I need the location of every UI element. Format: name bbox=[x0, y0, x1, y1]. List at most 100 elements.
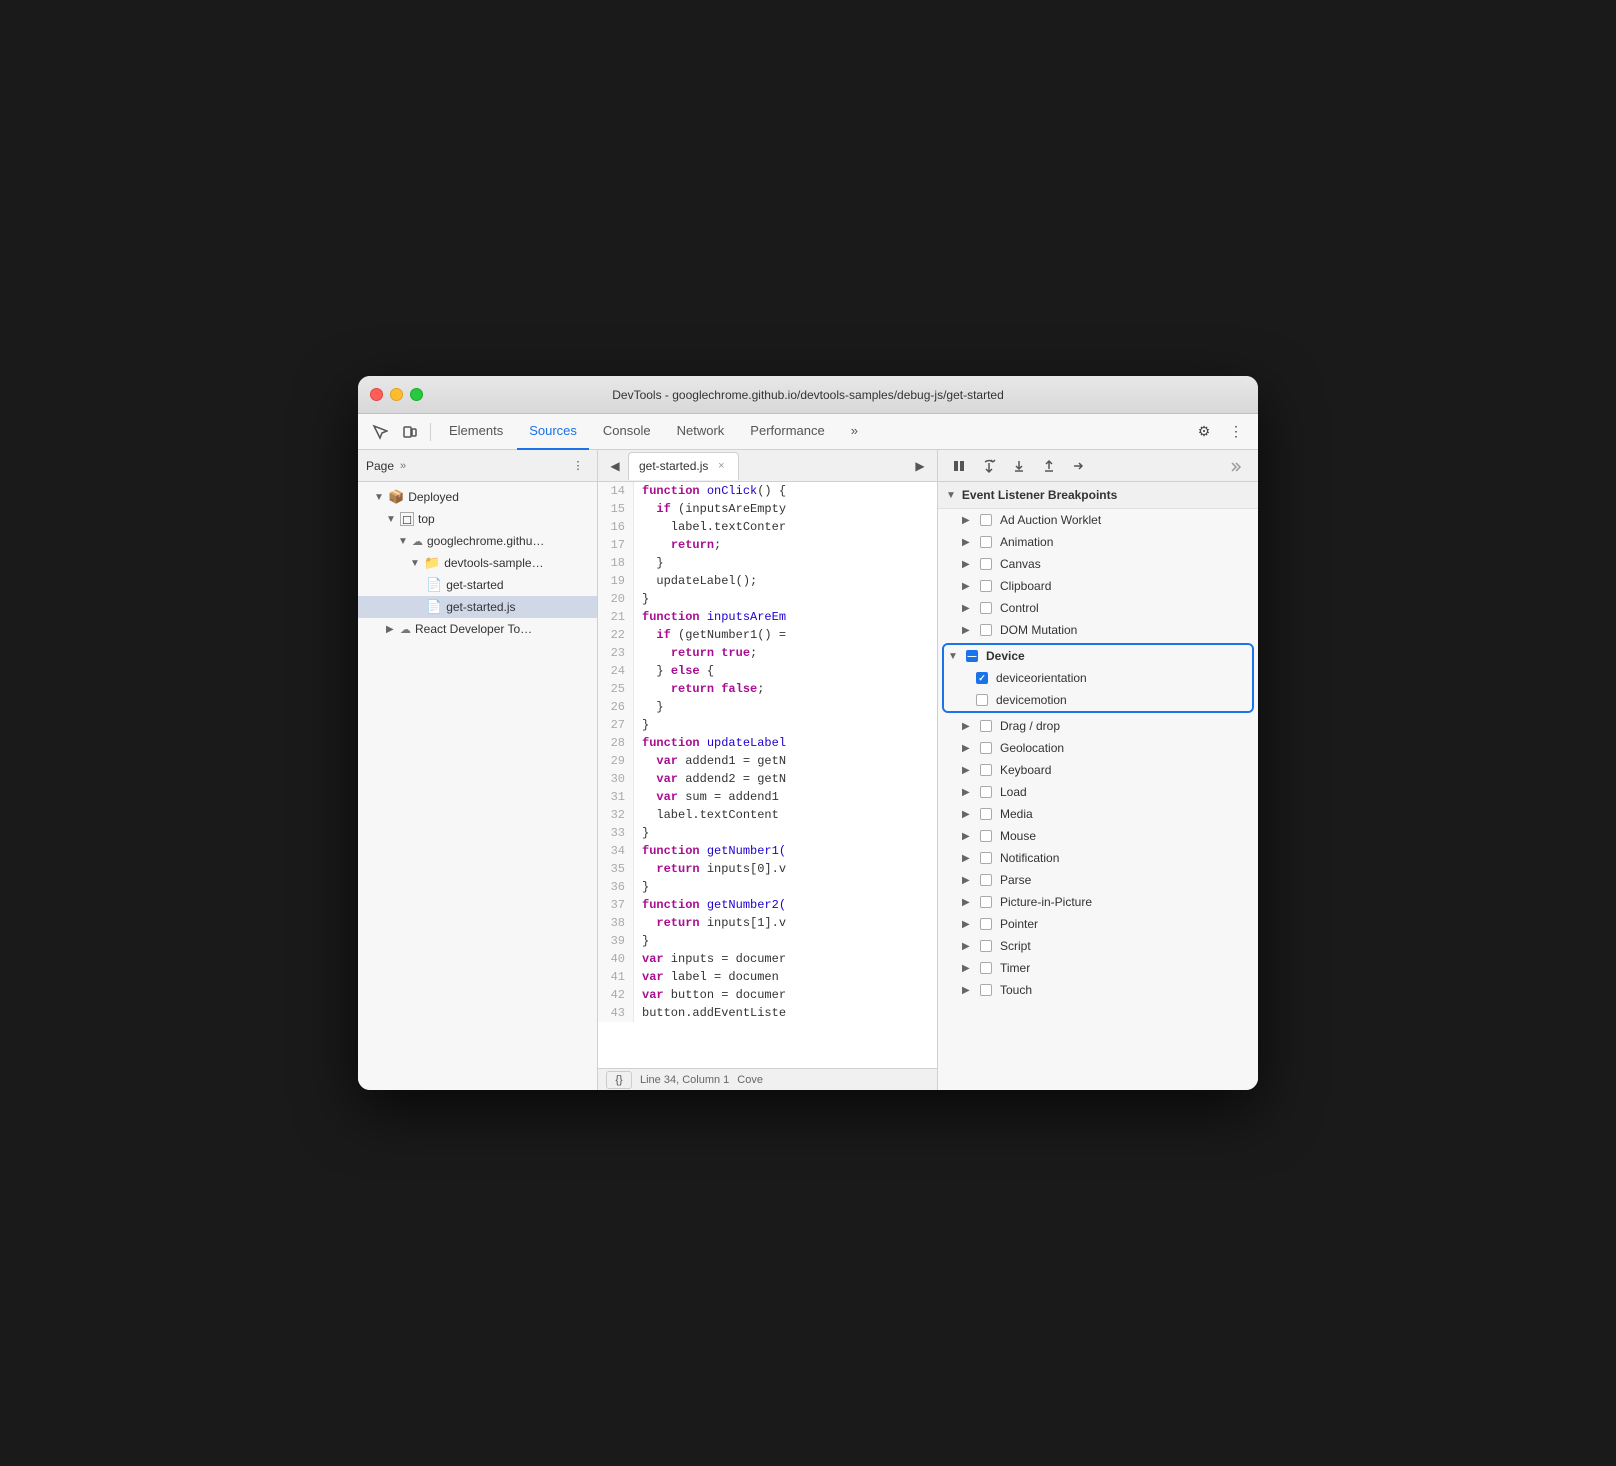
bp-checkbox-pip[interactable] bbox=[980, 896, 992, 908]
bp-item-animation[interactable]: ▶ Animation bbox=[938, 531, 1258, 553]
file-tab-get-started-js[interactable]: get-started.js × bbox=[628, 452, 739, 480]
deactivate-breakpoints-btn[interactable] bbox=[1224, 453, 1250, 479]
bp-checkbox-notification[interactable] bbox=[980, 852, 992, 864]
file-tab-close-btn[interactable]: × bbox=[714, 459, 728, 473]
coverage-label: Cove bbox=[737, 1074, 763, 1086]
bp-checkbox-animation[interactable] bbox=[980, 536, 992, 548]
more-options-btn[interactable]: ⋮ bbox=[1222, 419, 1250, 445]
tree-item-googlechrome[interactable]: ▼ ☁ googlechrome.githu… bbox=[358, 530, 597, 552]
event-listener-breakpoints-header[interactable]: ▼ Event Listener Breakpoints bbox=[938, 482, 1258, 509]
tab-network[interactable]: Network bbox=[665, 414, 737, 450]
tree-item-get-started[interactable]: 📄 get-started bbox=[358, 574, 597, 596]
step-over-btn[interactable] bbox=[976, 453, 1002, 479]
code-line-32: 32 label.textContent bbox=[598, 806, 937, 824]
bp-checkbox-drag-drop[interactable] bbox=[980, 720, 992, 732]
tab-performance[interactable]: Performance bbox=[738, 414, 836, 450]
navigate-forward-btn[interactable]: ▶ bbox=[907, 453, 933, 479]
maximize-button[interactable] bbox=[410, 388, 423, 401]
line-num-42: 42 bbox=[598, 986, 634, 1004]
bp-arrow-mouse: ▶ bbox=[962, 831, 972, 842]
tab-sources[interactable]: Sources bbox=[517, 414, 589, 450]
bp-checkbox-ad-auction[interactable] bbox=[980, 514, 992, 526]
device-toggle-btn[interactable] bbox=[396, 419, 424, 445]
bp-item-script[interactable]: ▶ Script bbox=[938, 935, 1258, 957]
bp-item-control[interactable]: ▶ Control bbox=[938, 597, 1258, 619]
bp-item-keyboard[interactable]: ▶ Keyboard bbox=[938, 759, 1258, 781]
tree-item-top[interactable]: ▼ □ top bbox=[358, 508, 597, 530]
inspect-element-btn[interactable] bbox=[366, 419, 394, 445]
bp-checkbox-media[interactable] bbox=[980, 808, 992, 820]
bp-item-canvas[interactable]: ▶ Canvas bbox=[938, 553, 1258, 575]
bp-checkbox-devicemotion[interactable] bbox=[976, 694, 988, 706]
bp-item-media[interactable]: ▶ Media bbox=[938, 803, 1258, 825]
code-line-21: 21 function inputsAreEm bbox=[598, 608, 937, 626]
bp-item-load[interactable]: ▶ Load bbox=[938, 781, 1258, 803]
bp-item-parse[interactable]: ▶ Parse bbox=[938, 869, 1258, 891]
code-line-25: 25 return false; bbox=[598, 680, 937, 698]
close-button[interactable] bbox=[370, 388, 383, 401]
bp-checkbox-dom-mutation[interactable] bbox=[980, 624, 992, 636]
bp-checkbox-control[interactable] bbox=[980, 602, 992, 614]
left-panel-header: Page » ⋮ bbox=[358, 450, 597, 482]
tree-item-deployed[interactable]: ▼ 📦 Deployed bbox=[358, 486, 597, 508]
bp-item-touch[interactable]: ▶ Touch bbox=[938, 979, 1258, 1001]
page-more-btn[interactable]: » bbox=[400, 460, 406, 472]
left-panel: Page » ⋮ ▼ 📦 Deployed ▼ □ top bbox=[358, 450, 598, 1090]
line-num-15: 15 bbox=[598, 500, 634, 518]
toolbar-right: ⚙ ⋮ bbox=[1190, 419, 1250, 445]
bp-checkbox-canvas[interactable] bbox=[980, 558, 992, 570]
tab-elements[interactable]: Elements bbox=[437, 414, 515, 450]
bp-checkbox-geolocation[interactable] bbox=[980, 742, 992, 754]
bp-item-deviceorientation[interactable]: deviceorientation bbox=[944, 667, 1252, 689]
bp-checkbox-pointer[interactable] bbox=[980, 918, 992, 930]
tree-item-devtools-samples[interactable]: ▼ 📁 devtools-sample… bbox=[358, 552, 597, 574]
tab-console[interactable]: Console bbox=[591, 414, 663, 450]
bp-item-clipboard[interactable]: ▶ Clipboard bbox=[938, 575, 1258, 597]
bp-item-pointer[interactable]: ▶ Pointer bbox=[938, 913, 1258, 935]
bp-item-device[interactable]: ▼ Device bbox=[944, 645, 1252, 667]
bp-checkbox-keyboard[interactable] bbox=[980, 764, 992, 776]
bp-item-mouse[interactable]: ▶ Mouse bbox=[938, 825, 1258, 847]
bp-checkbox-load[interactable] bbox=[980, 786, 992, 798]
bp-checkbox-mouse[interactable] bbox=[980, 830, 992, 842]
bp-item-geolocation[interactable]: ▶ Geolocation bbox=[938, 737, 1258, 759]
bp-item-dom-mutation[interactable]: ▶ DOM Mutation bbox=[938, 619, 1258, 641]
bp-checkbox-timer[interactable] bbox=[980, 962, 992, 974]
pretty-print-btn[interactable]: {} bbox=[606, 1071, 632, 1089]
step-btn[interactable] bbox=[1066, 453, 1092, 479]
bp-checkbox-parse[interactable] bbox=[980, 874, 992, 886]
line-content-25: return false; bbox=[634, 680, 772, 698]
line-content-35: return inputs[0].v bbox=[634, 860, 794, 878]
code-line-22: 22 if (getNumber1() = bbox=[598, 626, 937, 644]
tab-more[interactable]: » bbox=[839, 414, 870, 450]
step-into-btn[interactable] bbox=[1006, 453, 1032, 479]
bp-item-timer[interactable]: ▶ Timer bbox=[938, 957, 1258, 979]
bp-checkbox-device[interactable] bbox=[966, 650, 978, 662]
code-line-24: 24 } else { bbox=[598, 662, 937, 680]
line-content-14: function onClick() { bbox=[634, 482, 794, 500]
navigate-back-btn[interactable]: ◀ bbox=[602, 453, 628, 479]
tree-item-react-devtools[interactable]: ▶ ☁ React Developer To… bbox=[358, 618, 597, 640]
line-num-41: 41 bbox=[598, 968, 634, 986]
tree-item-get-started-js[interactable]: 📄 get-started.js bbox=[358, 596, 597, 618]
toolbar-divider-1 bbox=[430, 423, 431, 441]
step-out-btn[interactable] bbox=[1036, 453, 1062, 479]
pause-resume-btn[interactable] bbox=[946, 453, 972, 479]
minimize-button[interactable] bbox=[390, 388, 403, 401]
bp-checkbox-deviceorientation[interactable] bbox=[976, 672, 988, 684]
bp-item-ad-auction[interactable]: ▶ Ad Auction Worklet bbox=[938, 509, 1258, 531]
bp-arrow-animation: ▶ bbox=[962, 537, 972, 548]
bp-checkbox-touch[interactable] bbox=[980, 984, 992, 996]
code-area[interactable]: 14 function onClick() { 15 if (inputsAre… bbox=[598, 482, 937, 1068]
bp-item-drag-drop[interactable]: ▶ Drag / drop bbox=[938, 715, 1258, 737]
bp-label-pointer: Pointer bbox=[1000, 917, 1038, 931]
settings-btn[interactable]: ⚙ bbox=[1190, 419, 1218, 445]
bp-item-pip[interactable]: ▶ Picture-in-Picture bbox=[938, 891, 1258, 913]
bp-item-devicemotion[interactable]: devicemotion bbox=[944, 689, 1252, 711]
bp-label-geolocation: Geolocation bbox=[1000, 741, 1064, 755]
bp-checkbox-clipboard[interactable] bbox=[980, 580, 992, 592]
bp-checkbox-script[interactable] bbox=[980, 940, 992, 952]
left-panel-menu-btn[interactable]: ⋮ bbox=[567, 455, 589, 477]
bp-item-notification[interactable]: ▶ Notification bbox=[938, 847, 1258, 869]
device-section: ▼ Device deviceorientation devicemotion bbox=[942, 643, 1254, 713]
